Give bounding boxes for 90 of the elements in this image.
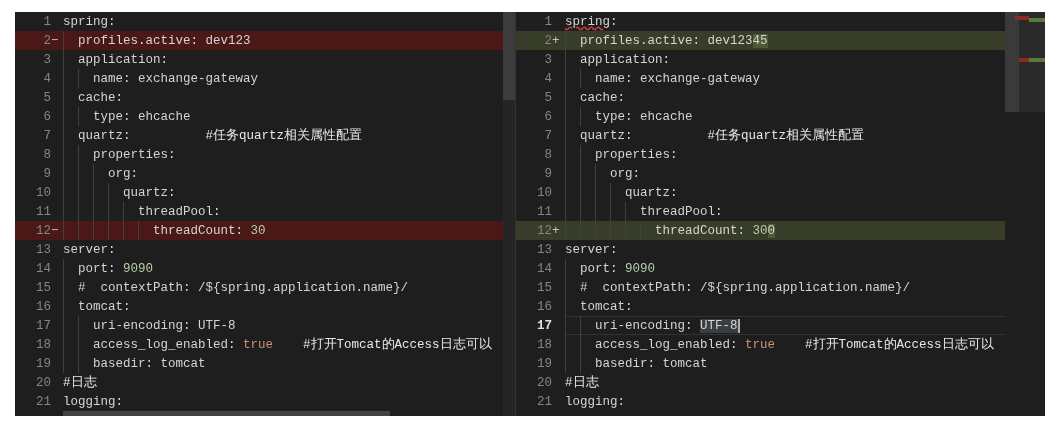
code-line: properties: [93,147,176,162]
code-line: # contextPath: /${spring.application.name}/ [78,280,409,295]
line-number: 8 [42,147,51,162]
line-number: 11 [536,204,552,219]
code-line: threadCount: 30 [153,223,266,238]
line-number: 13 [536,242,552,257]
code-line: basedir: tomcat [595,356,708,371]
code-line: spring: [565,14,618,29]
line-number: 2 [543,33,552,48]
line-number: 17 [35,318,51,333]
line-number: 19 [35,356,51,371]
line-number: 6 [543,109,552,124]
code-line: type: ehcache [93,109,191,124]
code-line: access_log_enabled: true #打开Tomcat的Access日志可以 [595,336,994,353]
code-line: access_log_enabled: true #打开Tomcat的Access日志可以 [93,336,492,353]
code-line: name: exchange-gateway [93,71,259,86]
diff-marker: + [552,223,560,238]
line-number: 14 [536,261,552,276]
line-number: 17 [536,318,552,333]
code-line: org: [610,166,640,181]
line-number: 8 [543,147,552,162]
code-line: server: [63,242,116,257]
code-line: logging: [565,394,625,409]
code-line: quartz: [123,185,176,200]
line-number: 1 [42,14,51,29]
code-line: properties: [595,147,678,162]
code-line: cache: [78,90,123,105]
code-line: tomcat: [78,299,131,314]
code-line: quartz: #任务quartz相关属性配置 [78,127,363,144]
code-line: quartz: #任务quartz相关属性配置 [580,127,865,144]
diff-marker: − [51,33,59,48]
code-line: uri-encoding: UTF-8 [93,318,236,333]
line-number: 15 [35,280,51,295]
line-number: 3 [42,52,51,67]
line-number: 9 [42,166,51,181]
line-number: 3 [543,52,552,67]
line-number: 10 [536,185,552,200]
code-line: tomcat: [580,299,633,314]
line-number: 21 [35,394,51,409]
code-line: threadPool: [138,204,221,219]
line-number: 16 [35,299,51,314]
line-number: 7 [543,128,552,143]
diff-marker: + [552,33,560,48]
code-line: profiles.active: dev12345 [580,33,768,48]
line-number: 20 [536,375,552,390]
code-line: threadCount: 300 [655,223,776,238]
code-line: quartz: [625,185,678,200]
line-number: 11 [35,204,51,219]
line-number: 7 [42,128,51,143]
horizontal-scrollbar[interactable] [63,411,390,416]
code-line: org: [108,166,138,181]
code-line: threadPool: [640,204,723,219]
code-line: logging: [63,394,123,409]
code-line: application: [580,52,670,67]
line-number: 4 [543,71,552,86]
code-line: port: 9090 [78,261,154,276]
line-number: 12 [536,223,552,238]
line-number: 16 [536,299,552,314]
code-line: application: [78,52,168,67]
vertical-scrollbar[interactable] [503,12,515,416]
line-number: 6 [42,109,51,124]
line-number: 21 [536,394,552,409]
code-line: spring: [63,14,116,29]
line-number: 12 [35,223,51,238]
code-line: cache: [580,90,625,105]
code-line: uri-encoding: UTF-8 [595,318,740,333]
code-line: profiles.active: dev123 [78,33,251,48]
line-number: 13 [35,242,51,257]
line-number: 15 [536,280,552,295]
line-number: 5 [543,90,552,105]
code-line: #日志 [63,374,97,391]
code-line: basedir: tomcat [93,356,206,371]
line-number: 2 [42,33,51,48]
line-number: 5 [42,90,51,105]
line-number: 1 [543,14,552,29]
code-line: name: exchange-gateway [595,71,761,86]
code-line: # contextPath: /${spring.application.name}/ [580,280,911,295]
line-number: 9 [543,166,552,181]
line-number: 19 [536,356,552,371]
line-number: 18 [35,337,51,352]
line-number: 10 [35,185,51,200]
line-number: 14 [35,261,51,276]
line-number: 4 [42,71,51,86]
diff-marker: − [51,223,59,238]
line-number: 20 [35,375,51,390]
code-line: type: ehcache [595,109,693,124]
code-line: #日志 [565,374,599,391]
line-number: 18 [536,337,552,352]
code-line: port: 9090 [580,261,656,276]
code-line: server: [565,242,618,257]
